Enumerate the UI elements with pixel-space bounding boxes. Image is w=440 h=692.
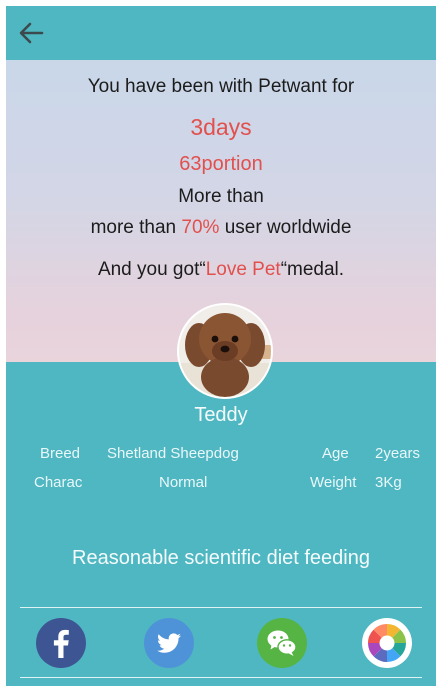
twitter-icon — [157, 633, 181, 653]
age-label: Age — [322, 445, 349, 462]
wechat-icon — [267, 630, 297, 656]
pet-name: Teddy — [194, 404, 248, 426]
medal-suffix: “medal. — [280, 259, 345, 280]
summary-intro: You have been with Petwant for — [87, 76, 355, 97]
share-photos-button[interactable] — [362, 618, 412, 668]
diet-advice: Reasonable scientific diet feeding — [72, 547, 370, 569]
share-facebook-button[interactable] — [36, 618, 86, 668]
comparison-suffix: user worldwide — [219, 217, 352, 238]
top-bar — [6, 6, 436, 60]
weight-value: 3Kg — [375, 474, 402, 491]
back-button[interactable] — [16, 20, 46, 46]
days-count: 3days — [190, 114, 252, 140]
facebook-icon — [53, 629, 69, 658]
weight-label: Weight — [310, 474, 357, 491]
share-wechat-button[interactable] — [257, 618, 307, 668]
pet-avatar — [177, 303, 273, 399]
arrow-left-icon — [19, 22, 44, 44]
comparison-percent: 70% — [181, 217, 220, 238]
breed-value: Shetland Sheepdog — [107, 445, 239, 462]
comparison-prefix: more than — [90, 217, 182, 238]
comparison-text: more than 70% user worldwide — [6, 217, 436, 239]
more-than-label: More than — [178, 186, 264, 207]
portion-count: 63portion — [179, 153, 263, 175]
age-value: 2years — [375, 445, 421, 462]
photos-icon — [364, 620, 410, 666]
divider-top — [20, 607, 422, 608]
divider-bottom — [20, 677, 422, 678]
medal-name: Love Pet — [205, 259, 281, 280]
share-twitter-button[interactable] — [144, 618, 194, 668]
charac-value: Normal — [159, 474, 208, 491]
breed-label: Breed — [40, 445, 81, 462]
medal-text: And you got“Love Pet“medal. — [6, 259, 436, 281]
medal-prefix: And you got“ — [97, 259, 206, 280]
charac-label: Charac — [34, 474, 83, 491]
app-screen: You have been with Petwant for 3days 63p… — [6, 6, 436, 686]
dog-photo — [179, 305, 271, 397]
